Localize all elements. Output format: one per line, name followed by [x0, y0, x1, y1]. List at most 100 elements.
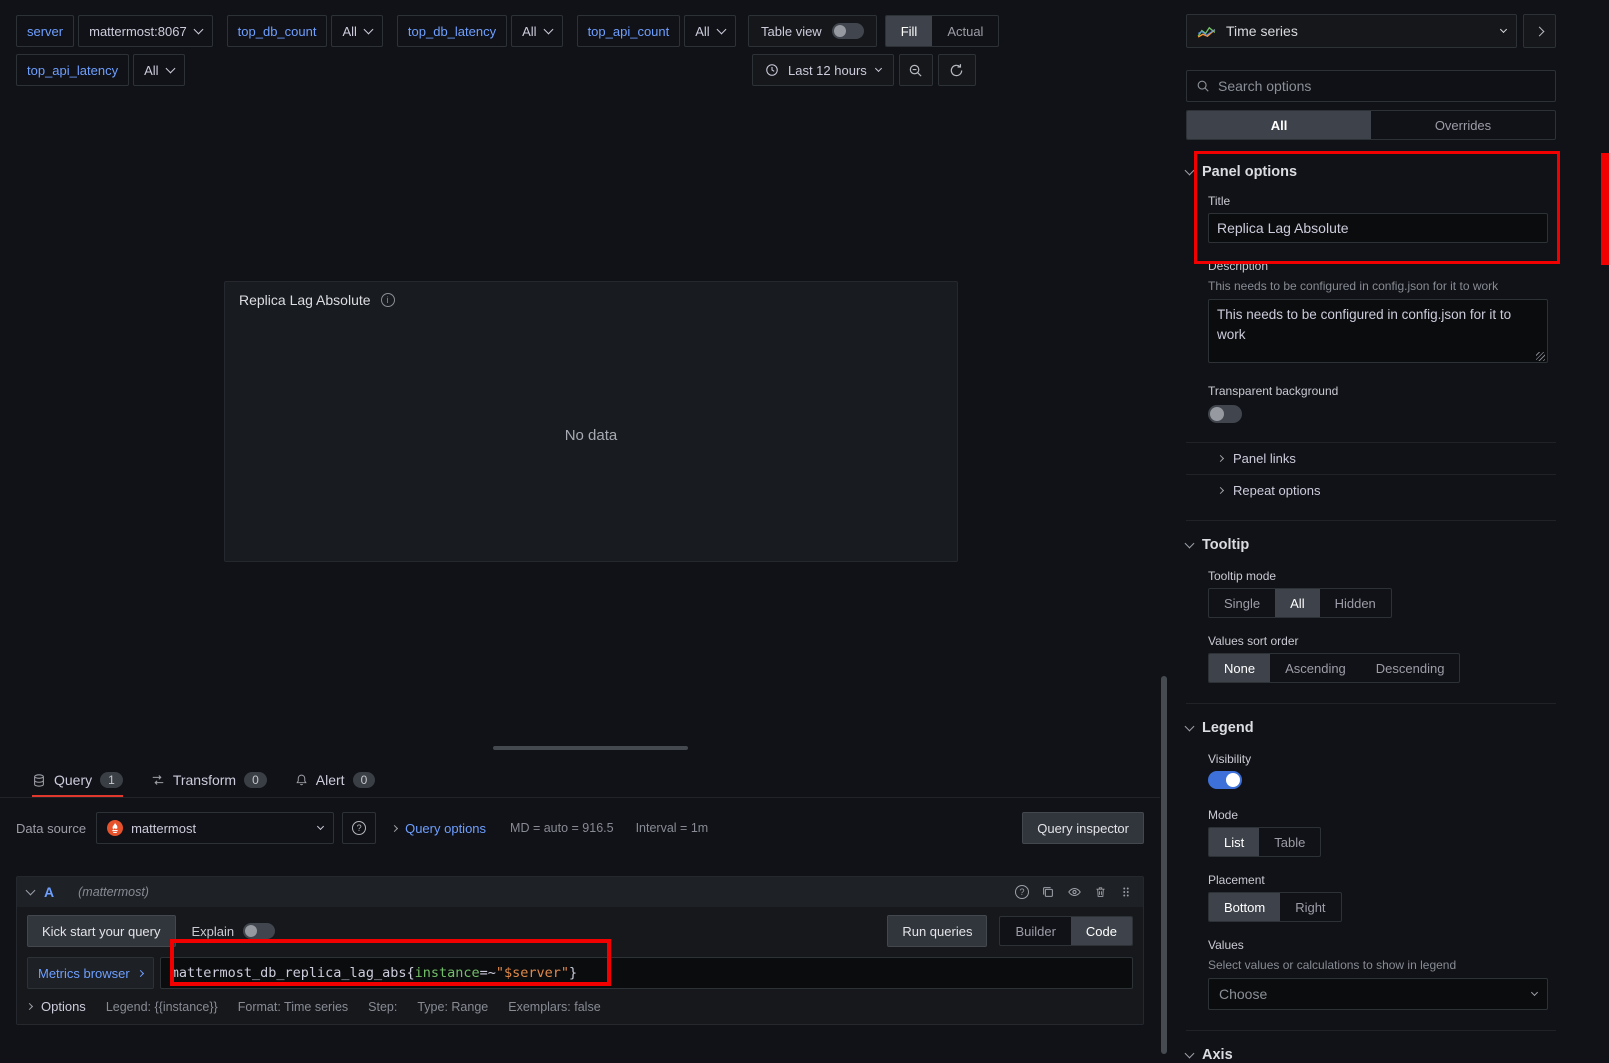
legend-mode-group: List Table [1208, 827, 1321, 857]
repeat-options-label: Repeat options [1233, 483, 1320, 498]
tooltip-mode-all[interactable]: All [1275, 589, 1319, 617]
placement-bottom[interactable]: Bottom [1209, 893, 1280, 921]
transparent-background-toggle[interactable] [1208, 405, 1242, 423]
collapse-pane-button[interactable] [1523, 14, 1556, 48]
panel-options-heading-row[interactable]: Panel options [1186, 164, 1556, 180]
no-data-message: No data [225, 427, 957, 444]
chevron-down-icon [317, 822, 324, 829]
query-ref-datasource: (mattermost) [78, 885, 149, 899]
variable-server-label: server [16, 15, 74, 47]
legend-values-placeholder: Choose [1219, 986, 1267, 1002]
sort-ascending[interactable]: Ascending [1270, 654, 1361, 682]
datasource-help-button[interactable]: ? [342, 812, 376, 844]
drag-grip-icon[interactable] [1119, 885, 1133, 899]
options-search-input[interactable] [1218, 78, 1546, 94]
query-ref-id: A [44, 884, 54, 900]
search-icon [1196, 79, 1210, 93]
trash-icon[interactable] [1094, 885, 1107, 899]
panel-preview: Replica Lag Absolute i No data [224, 281, 958, 562]
chevron-down-icon [1185, 538, 1195, 548]
options-exemplars-meta: Exemplars: false [508, 1000, 600, 1014]
tab-all[interactable]: All [1187, 111, 1371, 139]
tooltip-mode-single[interactable]: Single [1209, 589, 1275, 617]
actual-option[interactable]: Actual [932, 16, 998, 46]
tab-overrides[interactable]: Overrides [1371, 111, 1555, 139]
sort-descending[interactable]: Descending [1361, 654, 1460, 682]
chevron-down-icon [193, 24, 203, 34]
builder-option[interactable]: Builder [1000, 917, 1070, 945]
zoom-out-button[interactable] [899, 54, 933, 86]
help-circle-icon: ? [352, 821, 366, 835]
chevron-right-icon [1217, 455, 1224, 462]
variable-top-db-count-value[interactable]: All [331, 15, 382, 47]
run-queries-button[interactable]: Run queries [887, 915, 987, 947]
chevron-down-icon [26, 885, 36, 895]
transparent-background-label: Transparent background [1208, 384, 1556, 398]
variable-top-db-count: top_db_count All [227, 15, 383, 47]
variable-server-value[interactable]: mattermost:8067 [78, 15, 213, 47]
query-help-icon[interactable]: ? [1015, 885, 1029, 899]
axis-heading: Axis [1202, 1047, 1233, 1063]
tooltip-mode-hidden[interactable]: Hidden [1320, 589, 1391, 617]
zoom-out-icon [908, 63, 923, 78]
axis-heading-row[interactable]: Axis [1186, 1047, 1556, 1063]
tab-transform-count: 0 [244, 772, 267, 788]
variable-server: server mattermost:8067 [16, 15, 213, 47]
placement-right[interactable]: Right [1280, 893, 1340, 921]
tooltip-heading-row[interactable]: Tooltip [1186, 537, 1556, 553]
visualization-select[interactable]: Time series [1186, 14, 1517, 48]
description-note: This needs to be configured in config.js… [1208, 278, 1548, 294]
panel-links-toggle[interactable]: Panel links [1186, 442, 1556, 474]
tab-query[interactable]: Query 1 [32, 772, 123, 797]
max-data-points-meta: MD = auto = 916.5 [510, 821, 614, 835]
table-view-toggle[interactable] [832, 23, 864, 39]
tab-alert[interactable]: Alert 0 [295, 772, 375, 797]
variable-top-db-latency-value[interactable]: All [511, 15, 562, 47]
legend-heading-row[interactable]: Legend [1186, 720, 1556, 736]
visualization-name: Time series [1226, 23, 1298, 39]
datasource-label: Data source [16, 821, 86, 836]
variable-top-api-count-value[interactable]: All [684, 15, 735, 47]
explain-toggle[interactable] [243, 923, 275, 939]
variable-top-api-latency-value[interactable]: All [133, 54, 184, 86]
panel-title-input[interactable] [1208, 213, 1548, 243]
description-label: Description [1208, 259, 1556, 273]
panel-description-textarea[interactable]: This needs to be configured in config.js… [1208, 299, 1548, 363]
panel-view-controls: Table view Fill Actual [748, 15, 999, 47]
legend-mode-table[interactable]: Table [1259, 828, 1320, 856]
refresh-icon [949, 63, 964, 78]
info-circle-icon[interactable]: i [381, 293, 395, 307]
panel-title: Replica Lag Absolute [239, 292, 371, 308]
legend-mode-list[interactable]: List [1209, 828, 1259, 856]
main-scrollbar[interactable] [1161, 676, 1167, 1054]
legend-placement-label: Placement [1208, 873, 1556, 887]
query-inspector-button[interactable]: Query inspector [1022, 812, 1144, 844]
repeat-options-toggle[interactable]: Repeat options [1186, 474, 1556, 506]
datasource-select[interactable]: mattermost [96, 812, 334, 844]
copy-icon[interactable] [1041, 885, 1055, 899]
promql-operator: =~ [480, 965, 496, 981]
kick-start-query-button[interactable]: Kick start your query [27, 915, 176, 947]
split-pane-handle[interactable] [493, 746, 688, 750]
promql-query-input[interactable]: mattermost_db_replica_lag_abs{instance=~… [160, 957, 1133, 989]
refresh-button[interactable] [938, 54, 976, 86]
eye-icon[interactable] [1067, 885, 1082, 899]
time-range-picker[interactable]: Last 12 hours [752, 54, 894, 86]
options-toggle[interactable]: Options [27, 999, 86, 1014]
resize-handle-icon[interactable] [1536, 352, 1545, 361]
code-option[interactable]: Code [1071, 917, 1132, 945]
database-icon [32, 773, 46, 788]
query-options-toggle[interactable]: Query options [392, 821, 486, 836]
metrics-browser-button[interactable]: Metrics browser [27, 957, 154, 989]
grafana-panel-editor: server mattermost:8067 top_db_count All … [0, 0, 1609, 1057]
legend-visibility-toggle[interactable] [1208, 771, 1242, 789]
legend-placement-group: Bottom Right [1208, 892, 1342, 922]
legend-values-select[interactable]: Choose [1208, 978, 1548, 1010]
query-row-header[interactable]: A (mattermost) ? [17, 877, 1143, 907]
tab-transform[interactable]: Transform 0 [151, 772, 267, 797]
sort-none[interactable]: None [1209, 654, 1270, 682]
legend-section: Legend Visibility Mode List Table Placem… [1186, 720, 1556, 1010]
fill-option[interactable]: Fill [886, 16, 933, 46]
fill-actual-group: Fill Actual [885, 15, 1000, 47]
options-search [1186, 70, 1556, 102]
